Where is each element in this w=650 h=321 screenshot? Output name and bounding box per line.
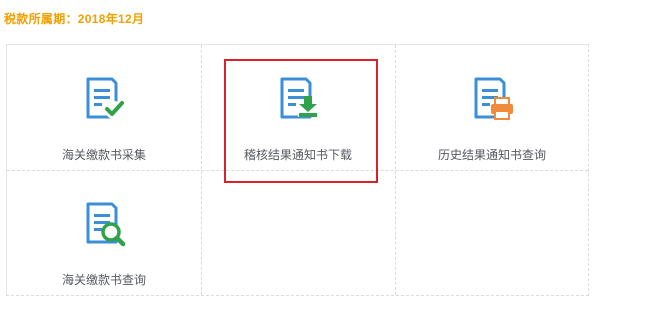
tile-audit-notice-download[interactable]: 稽核结果通知书下载 (202, 46, 394, 170)
tile-label: 海关缴款书采集 (61, 148, 146, 162)
document-print-icon (468, 74, 516, 122)
function-grid: 海关缴款书采集 稽核结果通知书下载 历史结果通知书查询 海关缴款书查询 (6, 44, 589, 296)
tile-history-notice-query[interactable]: 历史结果通知书查询 (396, 46, 588, 170)
tile-label: 海关缴款书查询 (61, 273, 146, 287)
document-download-icon (274, 74, 322, 122)
document-check-icon (80, 74, 128, 122)
tile-customs-payment-query[interactable]: 海关缴款书查询 (8, 171, 200, 295)
tax-period-label: 税款所属期：2018年12月 (4, 12, 145, 26)
tile-label: 历史结果通知书查询 (437, 148, 546, 162)
document-search-icon (80, 199, 128, 247)
tile-label: 稽核结果通知书下载 (243, 148, 352, 162)
tile-customs-payment-collect[interactable]: 海关缴款书采集 (8, 46, 200, 170)
